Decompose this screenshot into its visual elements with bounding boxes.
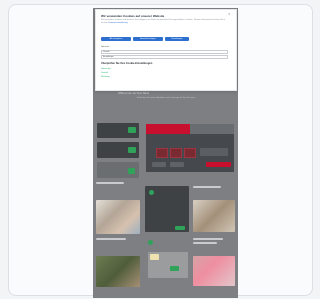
calc-output xyxy=(200,148,228,156)
calc-field[interactable] xyxy=(156,148,168,158)
green-button-2[interactable] xyxy=(128,147,136,153)
calc-small-button[interactable] xyxy=(170,162,184,167)
text-line xyxy=(193,242,217,244)
modal-title: Wir verwenden Cookies auf unserer Websit… xyxy=(101,14,165,18)
family-photo xyxy=(96,200,140,234)
check-icon xyxy=(148,240,153,245)
modal-body-text: Wir verwenden Cookies und ähnliche Techn… xyxy=(101,19,231,24)
section-subtitle: Entdecken Sie unsere Angebote und Leistu… xyxy=(136,97,196,99)
text-line xyxy=(193,186,221,188)
cookie-option-statistics[interactable]: Statistik xyxy=(101,72,108,74)
green-button-3[interactable] xyxy=(128,168,135,174)
text-line xyxy=(193,238,223,240)
green-button[interactable] xyxy=(128,127,136,133)
text-line xyxy=(96,182,124,184)
close-icon[interactable]: ✕ xyxy=(228,12,231,16)
calc-small-button[interactable] xyxy=(152,162,166,167)
language-select[interactable]: Deutsch xyxy=(101,50,228,54)
info-button[interactable] xyxy=(170,266,179,271)
tab-inactive[interactable] xyxy=(190,124,234,134)
yellow-badge xyxy=(150,254,159,260)
section-title: Willkommen bei Ihrer Bank xyxy=(118,92,149,95)
settings-button[interactable]: Einstellungen xyxy=(165,37,189,41)
couple-photo xyxy=(193,200,235,232)
privacy-link[interactable]: Datenschutzerklärung xyxy=(108,22,127,24)
accept-all-button[interactable]: Alle akzeptieren xyxy=(101,37,131,41)
cookie-settings-heading: Überprüfen Sie Ihre Cookie-Einstellungen xyxy=(101,62,153,65)
cookie-option-marketing[interactable]: Marketing xyxy=(101,76,110,78)
calc-field[interactable] xyxy=(184,148,196,158)
tab-active[interactable] xyxy=(146,124,190,134)
settings-select[interactable]: Einstellungen xyxy=(101,55,228,59)
promo-button[interactable] xyxy=(175,226,185,230)
text-line xyxy=(96,238,126,240)
cookie-consent-modal: Wir verwenden Cookies auf unserer Websit… xyxy=(95,9,237,91)
confirm-selection-button[interactable]: Auswahl bestätigen xyxy=(133,37,163,41)
calc-submit-button[interactable] xyxy=(206,162,231,167)
cookie-option-necessary[interactable]: Notwendig xyxy=(101,68,110,70)
select-label: Sprache xyxy=(101,46,110,48)
house-photo xyxy=(96,256,140,287)
check-icon xyxy=(149,190,154,195)
calc-field[interactable] xyxy=(170,148,182,158)
girl-photo xyxy=(193,256,235,286)
